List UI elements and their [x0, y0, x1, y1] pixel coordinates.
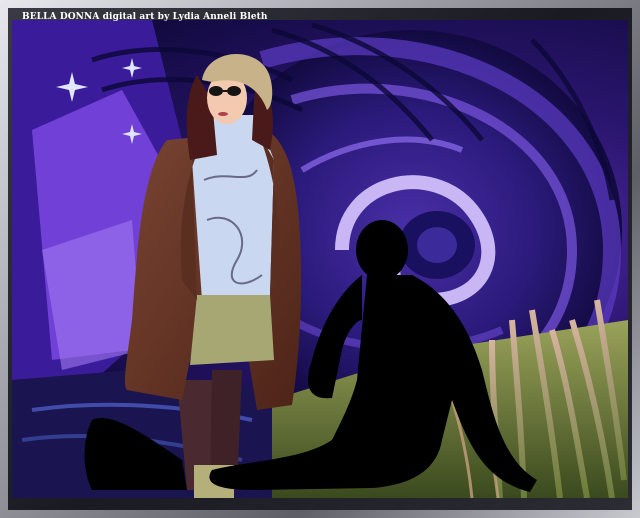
artwork-illustration — [12, 20, 628, 498]
artwork — [12, 20, 628, 498]
artwork-caption: BELLA DONNA digital art by Lydia Anneli … — [22, 12, 268, 22]
